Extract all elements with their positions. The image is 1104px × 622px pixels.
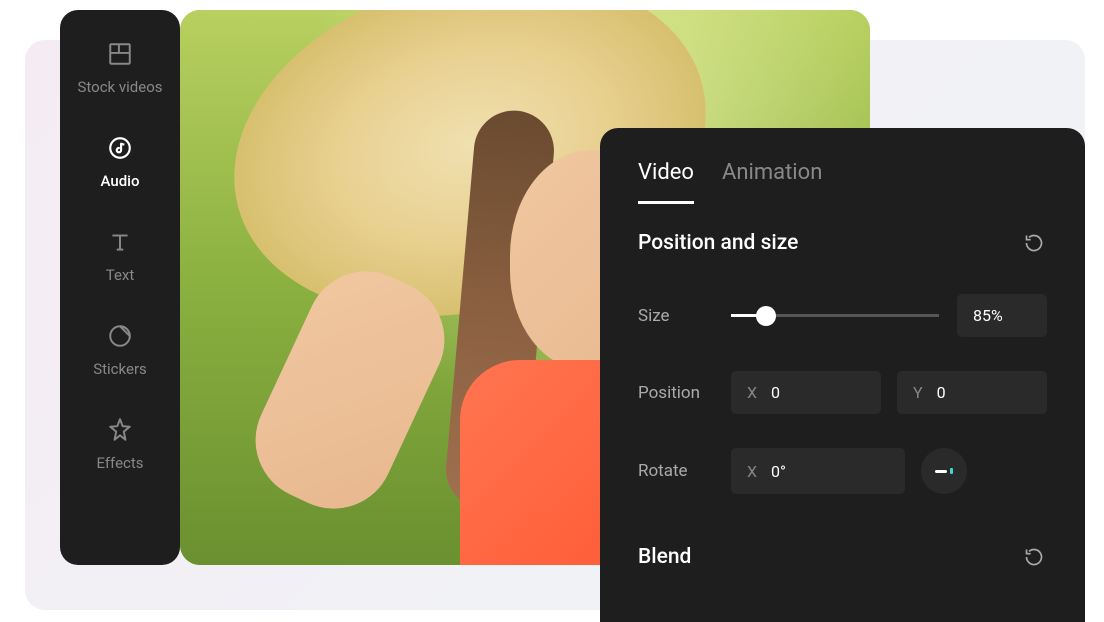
slider-thumb[interactable] [756,306,776,326]
size-slider[interactable] [731,314,939,317]
sidebar-item-label: Stickers [93,360,147,378]
rotate-x-prefix: X [747,462,757,481]
x-value: 0 [771,383,780,402]
rotate-control: Rotate X 0° [638,448,1047,494]
tab-video[interactable]: Video [638,160,694,204]
rotate-label: Rotate [638,461,713,481]
sidebar-item-label: Audio [101,172,140,190]
rotate-x-value: 0° [771,462,786,481]
sidebar-item-stickers[interactable]: Stickers [93,322,147,378]
template-icon [106,40,134,68]
position-size-header: Position and size [638,230,1047,256]
position-control: Position X 0 Y 0 [638,371,1047,414]
sidebar-item-effects[interactable]: Effects [96,416,143,472]
sidebar-item-label: Effects [96,454,143,472]
text-icon [106,228,134,256]
sidebar-item-label: Stock videos [77,78,162,96]
rotate-x-input[interactable]: X 0° [731,448,905,494]
sidebar-item-label: Text [106,266,135,284]
section-title: Position and size [638,231,798,255]
y-value: 0 [937,383,946,402]
reset-position-size-button[interactable] [1021,230,1047,256]
effects-icon [106,416,134,444]
size-value-input[interactable]: 85% [957,294,1047,337]
size-control: Size 85% [638,294,1047,337]
sidebar-item-text[interactable]: Text [106,228,135,284]
stickers-icon [106,322,134,350]
x-prefix: X [747,383,757,402]
panel-tabs: Video Animation [638,160,1047,204]
blend-header: Blend [638,544,1047,570]
position-x-input[interactable]: X 0 [731,371,881,414]
y-prefix: Y [913,383,923,402]
left-sidebar: Stock videos Audio Text [60,10,180,565]
rotate-toggle-button[interactable] [921,448,967,494]
reset-blend-button[interactable] [1021,544,1047,570]
section-title: Blend [638,545,691,569]
sidebar-item-audio[interactable]: Audio [101,134,140,190]
size-label: Size [638,306,713,326]
tab-animation[interactable]: Animation [722,160,822,204]
properties-panel: Video Animation Position and size Size 8… [600,128,1085,622]
position-label: Position [638,383,713,403]
position-y-input[interactable]: Y 0 [897,371,1047,414]
audio-icon [106,134,134,162]
sidebar-item-stock-videos[interactable]: Stock videos [77,40,162,96]
